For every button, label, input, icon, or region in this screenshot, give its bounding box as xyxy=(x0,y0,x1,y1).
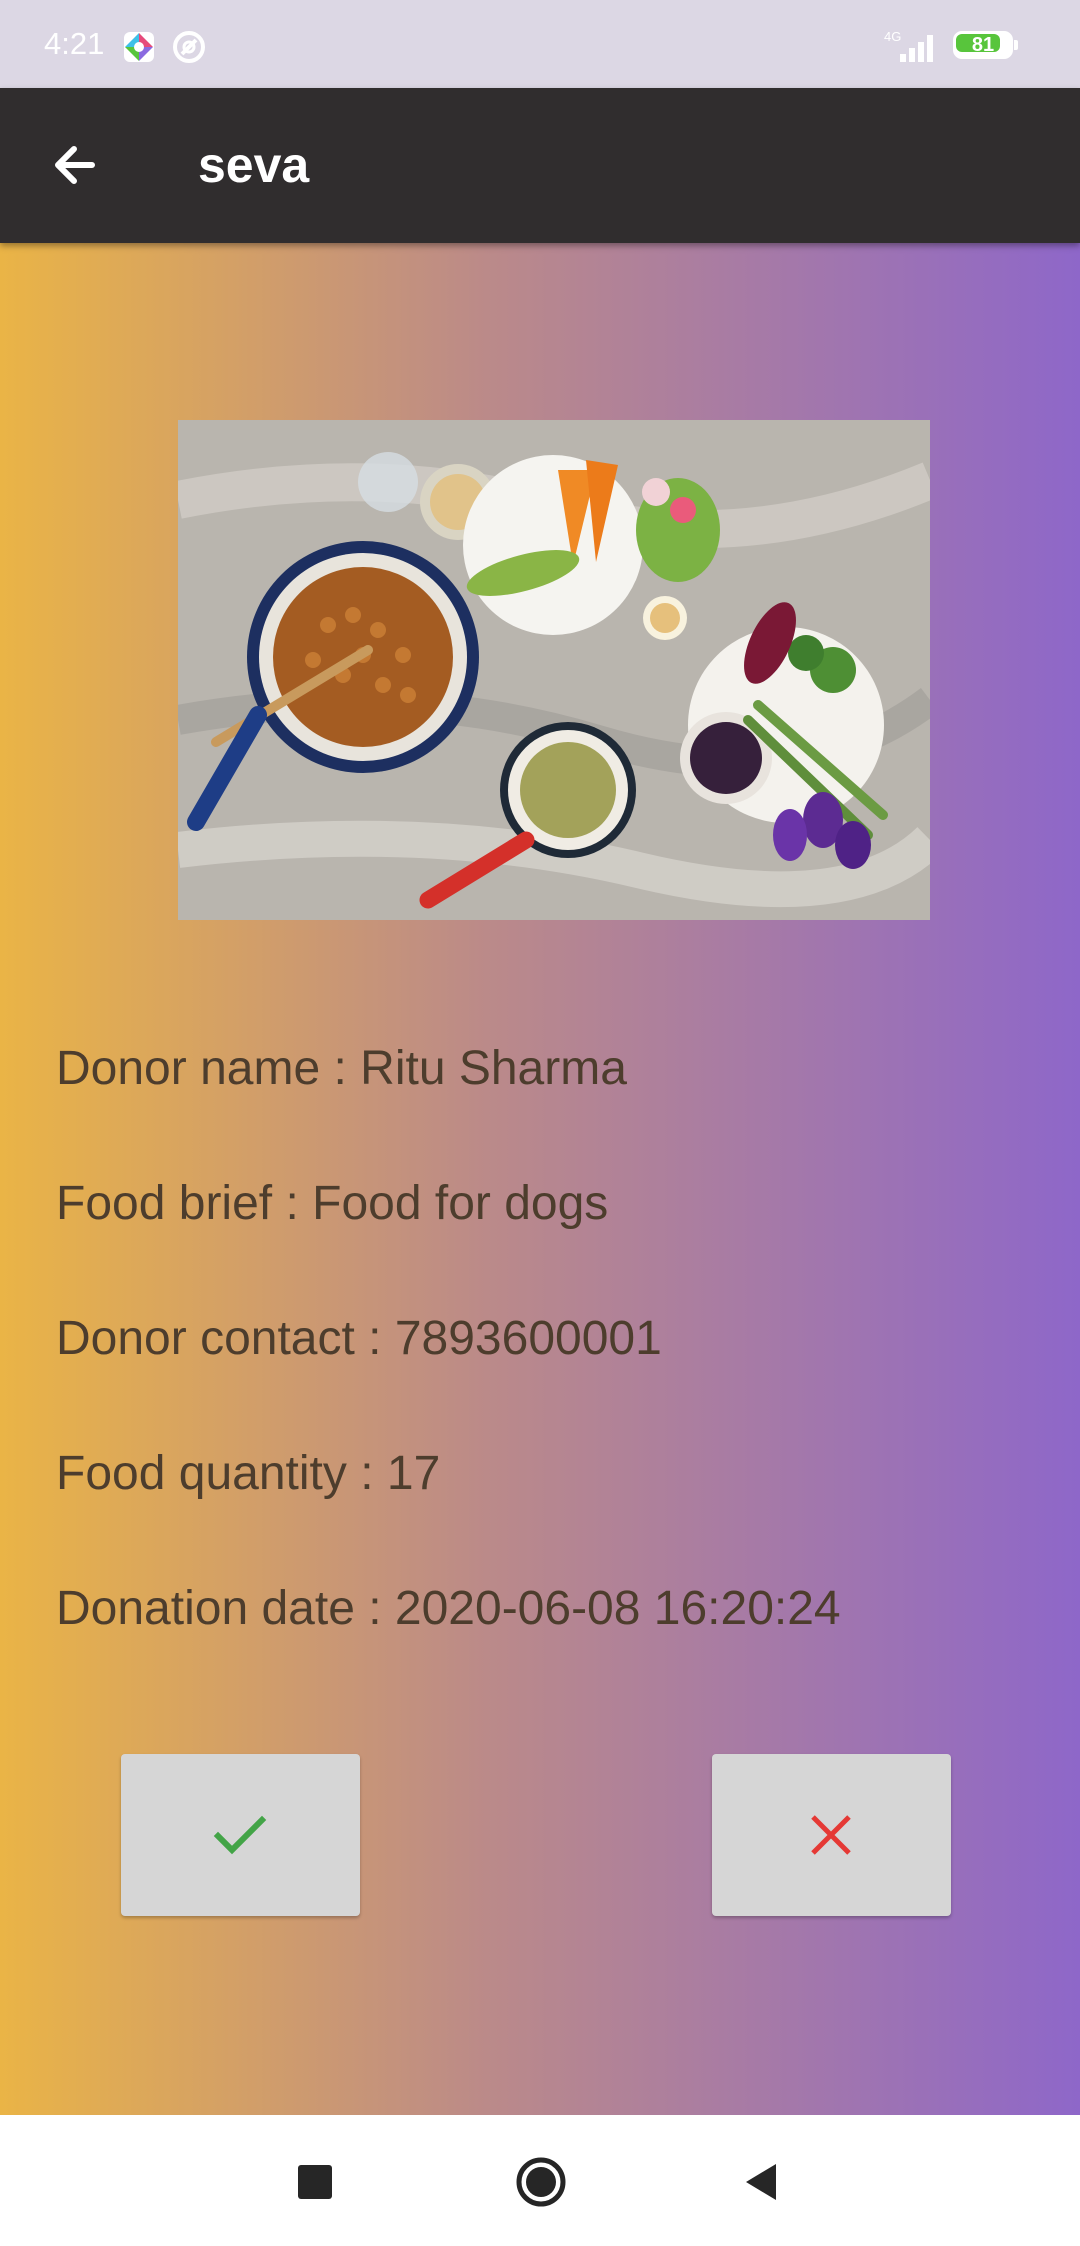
home-circle-icon[interactable] xyxy=(515,2156,567,2208)
status-time: 4:21 xyxy=(44,26,105,61)
battery-percent: 81 xyxy=(971,34,995,56)
system-navigation-bar xyxy=(0,2115,1080,2246)
signal-icon xyxy=(898,30,940,62)
back-triangle-icon[interactable] xyxy=(744,2162,778,2202)
sync-icon xyxy=(170,28,208,66)
donor-name: Donor name : Ritu Sharma xyxy=(56,1042,627,1095)
close-icon xyxy=(811,1815,851,1855)
arrow-left-icon[interactable] xyxy=(42,130,112,200)
status-bar: 4:21 4G 81 xyxy=(0,0,1080,88)
battery-icon: 81 xyxy=(953,31,1019,61)
recents-square-icon[interactable] xyxy=(298,2165,332,2199)
donation-detail-content: Donor name : Ritu Sharma Food brief : Fo… xyxy=(0,243,1080,2115)
reject-button[interactable] xyxy=(712,1754,951,1916)
accept-button[interactable] xyxy=(121,1754,360,1916)
food-quantity: Food quantity : 17 xyxy=(56,1447,441,1500)
app-notification-icon xyxy=(120,28,158,66)
page-title: seva xyxy=(198,137,310,193)
food-brief: Food brief : Food for dogs xyxy=(56,1177,609,1230)
food-photo xyxy=(178,420,930,920)
donor-contact: Donor contact : 7893600001 xyxy=(56,1312,662,1365)
donation-date: Donation date : 2020-06-08 16:20:24 xyxy=(56,1582,841,1635)
checkmark-icon xyxy=(213,1815,267,1855)
app-toolbar: seva xyxy=(0,88,1080,243)
